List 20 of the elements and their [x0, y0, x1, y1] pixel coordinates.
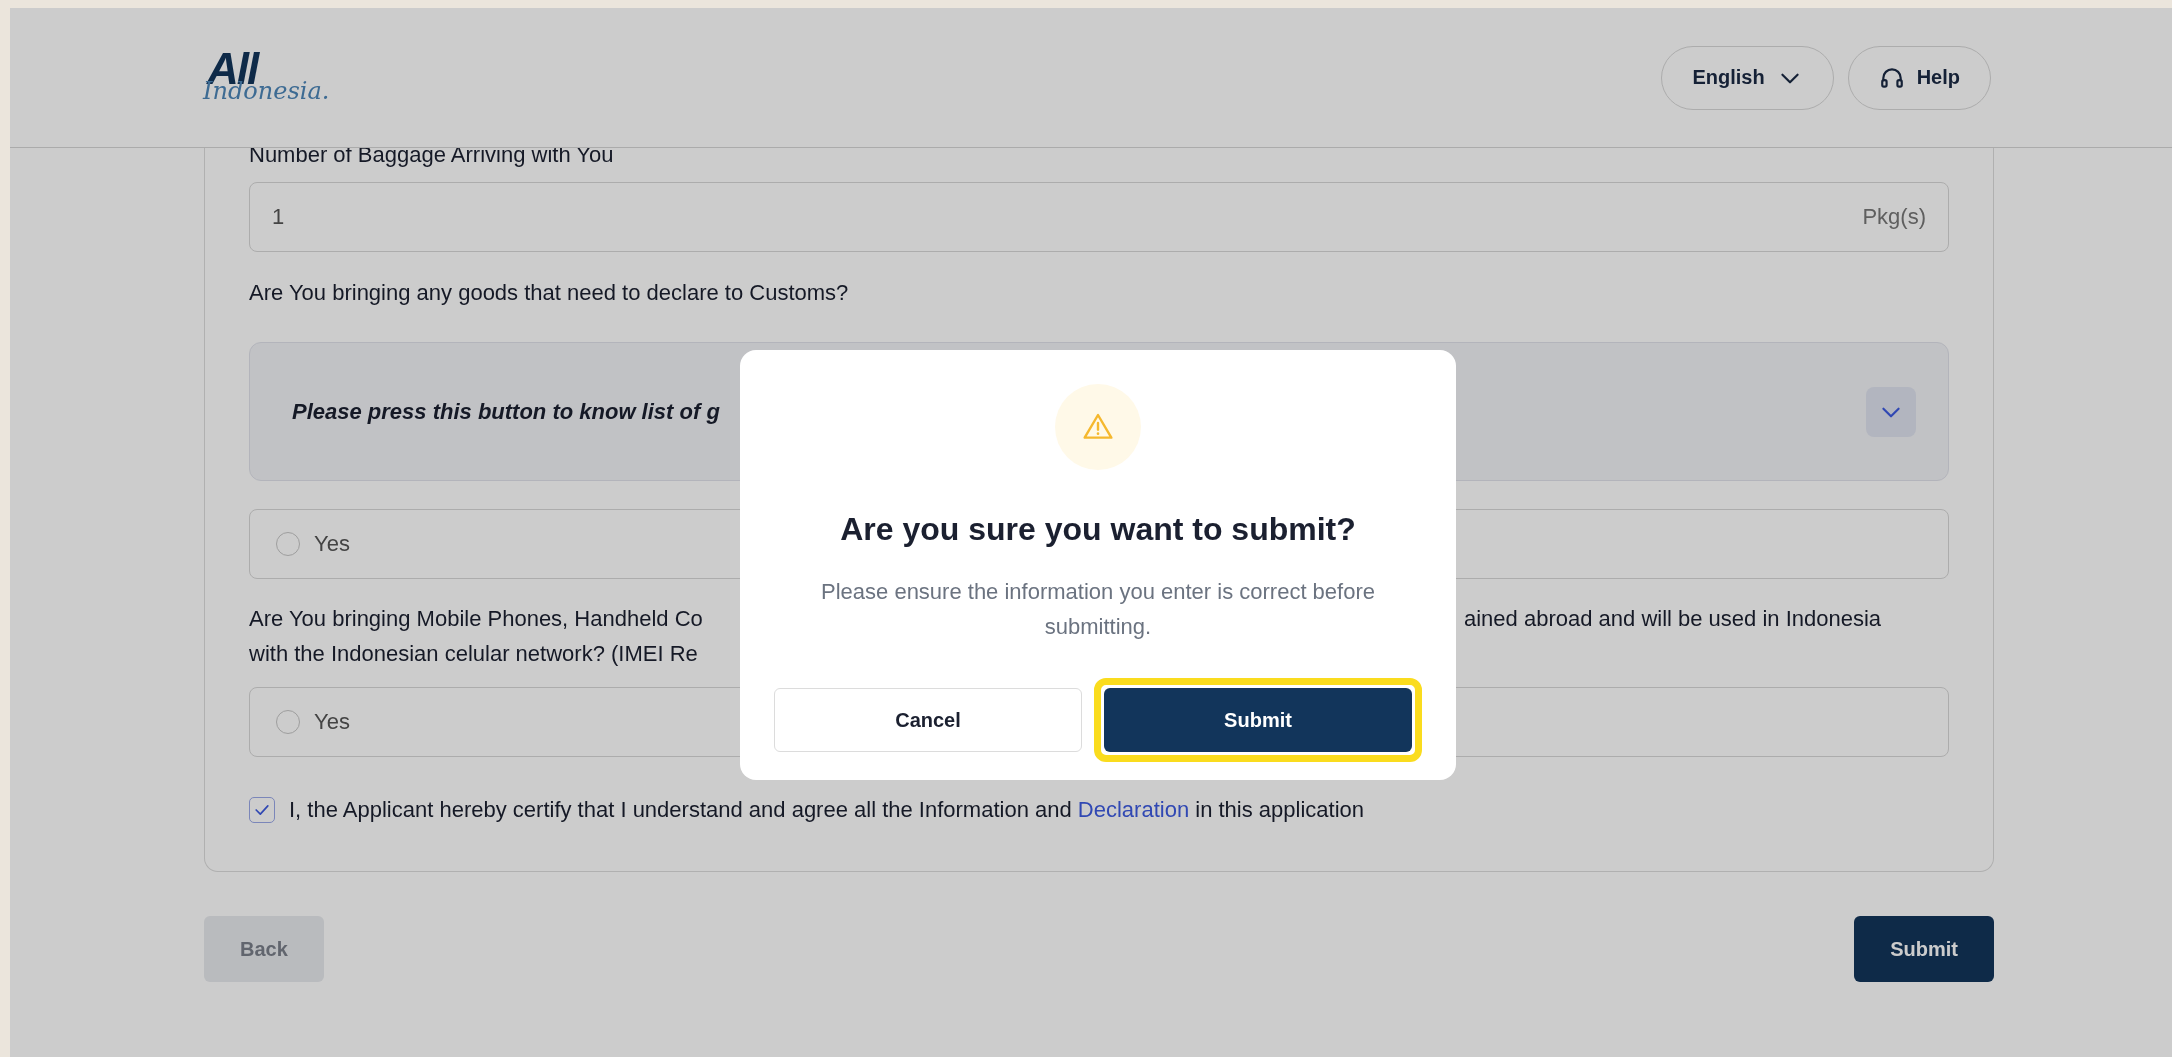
- submit-button[interactable]: Submit: [1104, 688, 1412, 752]
- question-text: with the Indonesian celular network? (IMEI Re: [249, 640, 699, 667]
- option-label: Yes: [314, 709, 350, 735]
- question-text: Are You bringing any goods that need to declare to Customs?: [249, 280, 850, 307]
- question-text: ained abroad and will be used in Indonesia: [1464, 605, 1883, 632]
- dialog-title: Are you sure you want to submit?: [840, 511, 1356, 548]
- unit-label: Pkg(s): [1862, 204, 1926, 230]
- cancel-button[interactable]: Cancel: [774, 688, 1082, 752]
- question-text: Are You bringing Mobile Phones, Handheld Co: [249, 605, 704, 632]
- help-button[interactable]: Help: [1847, 45, 1991, 110]
- info-text: Please press this button to know list of g: [292, 398, 720, 425]
- language-selector[interactable]: English: [1661, 45, 1834, 110]
- checkbox[interactable]: [249, 797, 275, 823]
- option-label: Yes: [314, 531, 350, 557]
- expand-button[interactable]: [1866, 386, 1916, 437]
- declaration-link[interactable]: Declaration: [1077, 797, 1190, 822]
- submit-button[interactable]: Submit: [1854, 916, 1994, 982]
- agreement-text: I, the Applicant hereby certify that I understand and agree all the Information and Declaration in this application: [289, 797, 1364, 823]
- dialog-message: Please ensure the information you enter is correct before submitting.: [820, 578, 1376, 641]
- baggage-input[interactable]: 1 Pkg(s): [249, 182, 1949, 252]
